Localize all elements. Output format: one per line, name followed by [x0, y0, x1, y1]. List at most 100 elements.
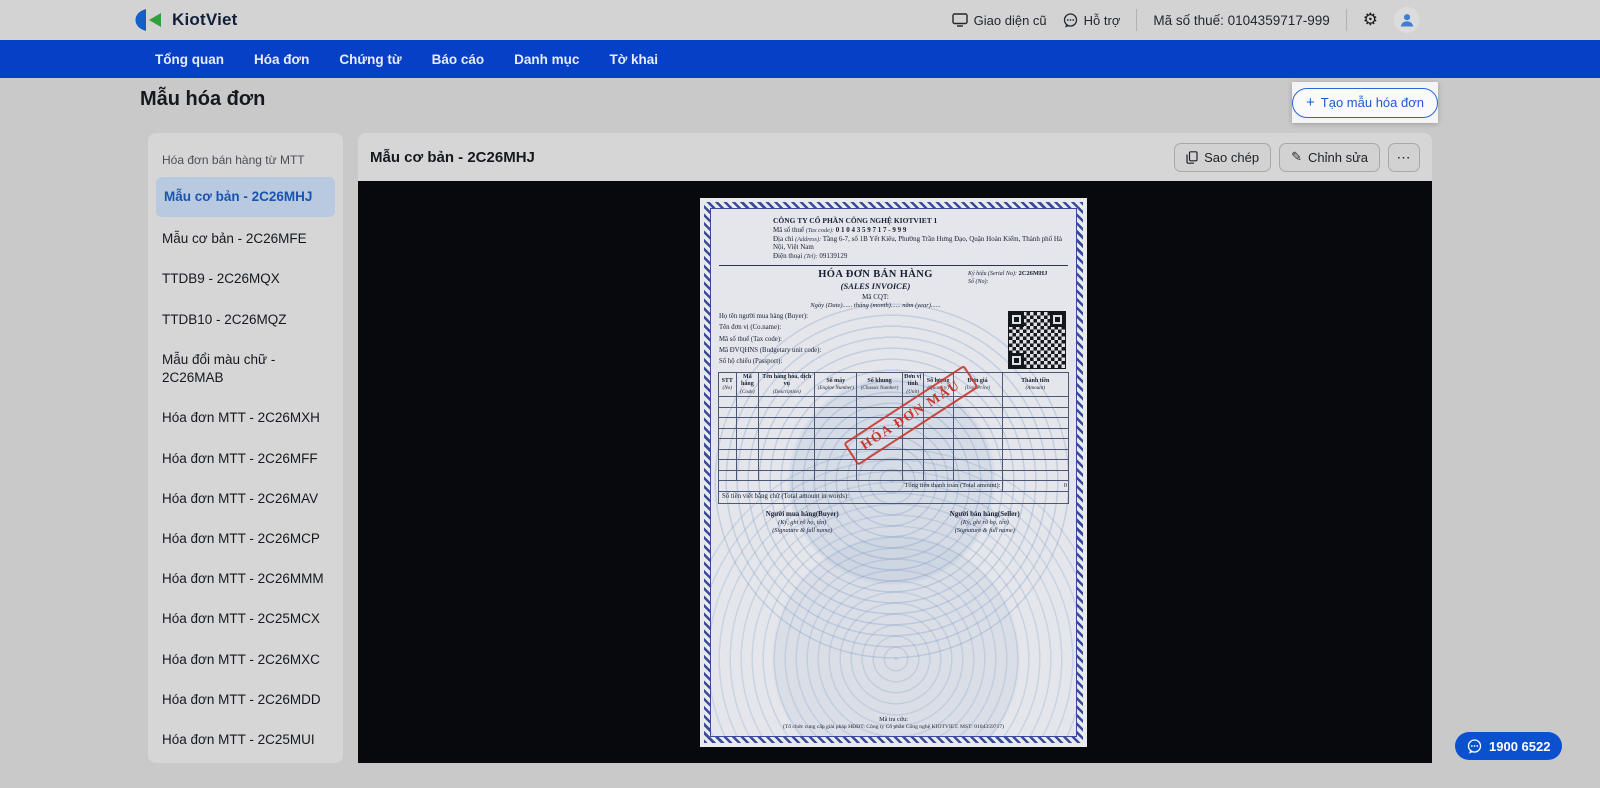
- sidebar-item-template[interactable]: TTDB9 - 2C26MQX: [148, 259, 343, 299]
- qr-finder: [1009, 312, 1024, 328]
- seller-tax-value: 0 1 0 4 3 5 9 7 1 7 - 9 9 9: [835, 225, 907, 234]
- qr-code: [1008, 311, 1066, 370]
- sidebar-item-template[interactable]: Hóa đơn MTT - 2C26MAV: [148, 479, 343, 519]
- invoice-paper: HÓA ĐƠN MẪU CÔNG TY CỔ PHẦN CÔNG NGHỆ KI…: [700, 198, 1087, 747]
- invoice-preview-area: HÓA ĐƠN MẪU CÔNG TY CỔ PHẦN CÔNG NGHỆ KI…: [358, 181, 1432, 763]
- sidebar-item-template[interactable]: TTDB10 - 2C26MQZ: [148, 300, 343, 340]
- divider: [719, 264, 1068, 266]
- seller-company-name: CÔNG TY CỔ PHẦN CÔNG NGHỆ KIOTVIET 1: [773, 216, 938, 225]
- brand-name: KiotViet: [172, 10, 238, 29]
- copy-button[interactable]: Sao chép: [1174, 142, 1272, 172]
- nav-chung-tu[interactable]: Chứng từ: [339, 52, 401, 67]
- nav-tong-quan[interactable]: Tổng quan: [155, 52, 224, 67]
- template-sidebar: Hóa đơn bán hàng từ MTT Mẫu cơ bản - 2C2…: [148, 133, 343, 763]
- invoice-decorative-border: HÓA ĐƠN MẪU CÔNG TY CỔ PHẦN CÔNG NGHỆ KI…: [704, 202, 1083, 743]
- template-detail-panel: Mẫu cơ bản - 2C26MHJ Sao chép ✎ Chỉnh sử…: [358, 133, 1432, 763]
- seller-info-block: CÔNG TY CỔ PHẦN CÔNG NGHỆ KIOTVIET 1 Mã …: [773, 216, 1066, 261]
- invoice-title: HÓA ĐƠN BÁN HÀNG: [818, 268, 933, 280]
- amount-in-words: Số tiền viết bằng chữ (Total amount in w…: [718, 491, 1069, 505]
- sidebar-item-template[interactable]: Hóa đơn MTT - 2C26MCP: [148, 519, 343, 559]
- kiotviet-logo-icon: [135, 9, 161, 31]
- col-ma-hang: Mã hàng (Code): [735, 371, 760, 398]
- ellipsis-icon: ⋯: [1396, 148, 1412, 165]
- empty-item-row: [718, 469, 1069, 482]
- total-value: 0: [1001, 480, 1069, 492]
- tax-code-text: Mã số thuế: 0104359717-999: [1153, 12, 1330, 28]
- monitor-icon: [951, 13, 968, 27]
- qr-finder: [1009, 353, 1024, 369]
- col-so-khung: Số khung (Chassis Number): [856, 371, 903, 398]
- nav-bao-cao[interactable]: Báo cáo: [432, 52, 485, 67]
- hotline-chat-button[interactable]: 1900 6522: [1455, 732, 1563, 760]
- kiotviet-logo[interactable]: KiotViet: [135, 0, 238, 40]
- empty-item-row: [718, 448, 1069, 461]
- topbar-right: Giao diện cũ Hỗ trợ Mã số thuế: 01043597…: [951, 0, 1420, 40]
- hotline-number: 1900 6522: [1489, 738, 1551, 754]
- empty-item-row: [718, 459, 1069, 471]
- invoice-inner: HÓA ĐƠN MẪU CÔNG TY CỔ PHẦN CÔNG NGHỆ KI…: [710, 208, 1077, 737]
- invoice-footer: Mã tra cứu: (Tổ chức cung cấp giải pháp …: [711, 716, 1076, 736]
- invoice-title-en: (SALES INVOICE): [840, 280, 911, 291]
- tour-highlight-box: + Tạo mẫu hóa đơn: [1292, 82, 1438, 123]
- edit-button-label: Chỉnh sửa: [1307, 149, 1368, 165]
- chat-bubble-icon: [1063, 12, 1077, 27]
- divider: [1136, 9, 1138, 31]
- nav-to-khai[interactable]: Tờ khai: [609, 52, 658, 67]
- pencil-icon: ✎: [1291, 149, 1302, 165]
- nav-hoa-don[interactable]: Hóa đơn: [254, 52, 309, 67]
- divider: [1345, 9, 1347, 31]
- col-so-may: Số máy (Engine Number): [814, 371, 858, 398]
- avatar[interactable]: [1394, 7, 1420, 33]
- seller-phone-line: Điện thoại (Tel): 09139129: [773, 252, 848, 260]
- col-stt: STT (No): [718, 371, 737, 398]
- sidebar-item-template[interactable]: Hóa đơn MTT - 2C25MUI: [148, 720, 343, 760]
- col-ten-hang: Tên hàng hóa, dịch vụ (Description): [758, 371, 816, 398]
- sidebar-item-template[interactable]: Hóa đơn MTT - 2C26MMM: [148, 559, 343, 599]
- col-thanh-tien: Thành tiền (Amount): [1001, 371, 1069, 398]
- signatures-row: Người mua hàng(Buyer) (Ký, ghi rõ họ, tê…: [711, 510, 1076, 534]
- serial-value: 2C26MHJ: [1018, 269, 1048, 277]
- sidebar-item-template[interactable]: Mẫu cơ bản - 2C26MFE: [148, 219, 343, 259]
- sidebar-item-template[interactable]: Hóa đơn MTT - 2C26MXH: [148, 398, 343, 438]
- sidebar-section-label: Hóa đơn bán hàng từ MTT: [162, 153, 305, 167]
- invoice-title-block: HÓA ĐƠN BÁN HÀNG (SALES INVOICE) Mã CQT:…: [783, 268, 968, 311]
- cqt-label: Mã CQT:: [862, 292, 889, 301]
- total-label: Tổng tiền thanh toán (Total amount):: [718, 480, 1003, 492]
- page-title: Mẫu hóa đơn: [140, 88, 266, 110]
- sidebar-item-template[interactable]: Mẫu cơ bản - 2C26MHJ: [156, 177, 335, 218]
- old-ui-link[interactable]: Giao diện cũ: [951, 12, 1047, 28]
- chat-bubble-icon: [1467, 738, 1482, 753]
- seller-tax-line: Mã số thuế (Tax code): 0 1 0 4 3 5 9 7 1…: [773, 225, 907, 234]
- empty-item-row: [718, 396, 1069, 408]
- support-label: Hỗ trợ: [1083, 12, 1121, 28]
- sidebar-item-template[interactable]: Hóa đơn MTT - 2C26MXC: [148, 640, 343, 680]
- create-template-button[interactable]: + Tạo mẫu hóa đơn: [1292, 87, 1438, 118]
- items-header-row: STT (No) Mã hàng (Code) Tên hàng hóa, dịch…: [718, 371, 1069, 398]
- plus-icon: +: [1306, 94, 1315, 111]
- sidebar-item-template[interactable]: Mẫu đổi màu chữ - 2C26MAB: [148, 340, 343, 398]
- invoice-title-row: HÓA ĐƠN BÁN HÀNG (SALES INVOICE) Mã CQT:…: [719, 268, 1068, 311]
- seller-phone-value: 09139129: [819, 252, 848, 260]
- old-ui-label: Giao diện cũ: [973, 12, 1047, 28]
- support-link[interactable]: Hỗ trợ: [1063, 12, 1121, 28]
- user-icon: [1400, 14, 1414, 27]
- edit-button[interactable]: ✎ Chỉnh sửa: [1279, 142, 1380, 172]
- top-bar: KiotViet Giao diện cũ Hỗ trợ Mã số thuế:…: [0, 0, 1600, 40]
- panel-header: Mẫu cơ bản - 2C26MHJ Sao chép ✎ Chỉnh sử…: [358, 133, 1432, 181]
- provider-line: (Tổ chức cung cấp giải pháp HĐĐT: Công t…: [782, 724, 1005, 731]
- create-template-label: Tạo mẫu hóa đơn: [1320, 95, 1424, 110]
- main-nav: Tổng quan Hóa đơn Chứng từ Báo cáo Danh …: [0, 40, 1600, 78]
- sidebar-item-template[interactable]: Hóa đơn MTT - 2C26MFF: [148, 439, 343, 479]
- nav-danh-muc[interactable]: Danh mục: [514, 52, 579, 67]
- more-options-button[interactable]: ⋯: [1388, 142, 1420, 172]
- copy-icon: [1186, 150, 1198, 164]
- sidebar-item-template[interactable]: Hóa đơn MTT - 2C25MCX: [148, 599, 343, 639]
- lookup-code-label: Mã tra cứu:: [879, 716, 908, 724]
- serial-line: Ký hiệu (Serial No): 2C26MHJ: [968, 269, 1048, 277]
- buyer-signature: Người mua hàng(Buyer) (Ký, ghi rõ họ, tê…: [765, 510, 839, 534]
- gear-icon[interactable]: ⚙: [1363, 11, 1378, 29]
- number-line: Số (No):: [968, 279, 989, 286]
- sidebar-item-template[interactable]: Hóa đơn MTT - 2C26MDD: [148, 680, 343, 720]
- seller-signature: Người bán hàng(Seller) (Ký, ghi rõ họ, t…: [949, 510, 1020, 534]
- qr-finder: [1050, 312, 1065, 328]
